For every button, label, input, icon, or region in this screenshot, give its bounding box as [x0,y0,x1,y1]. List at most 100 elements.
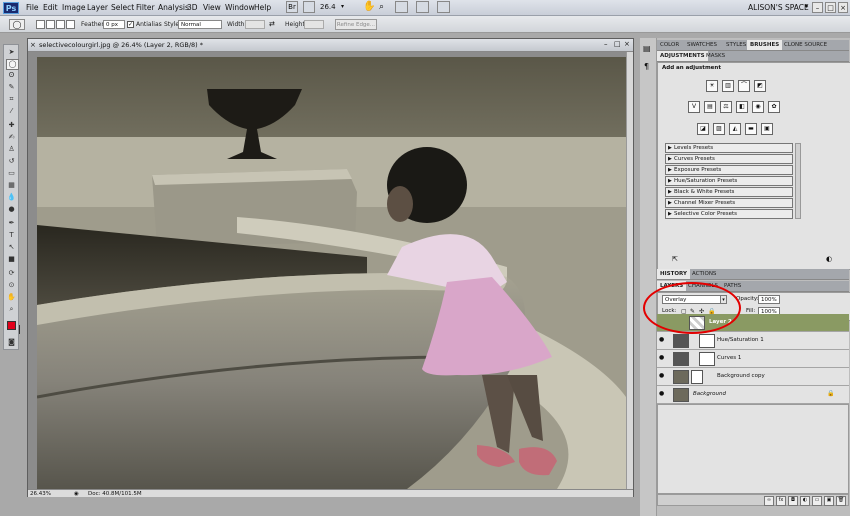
presets-scrollbar[interactable] [795,143,801,219]
menu-layer[interactable]: Layer [87,3,108,12]
brush-tool-icon[interactable]: ✍ [6,133,17,142]
lasso-tool-icon[interactable]: ʘ [6,71,17,80]
menu-file[interactable]: File [26,3,39,12]
link-layers-icon[interactable]: ∞ [764,496,774,506]
elliptical-marquee-icon[interactable]: ◯ [9,19,25,30]
pen-tool-icon[interactable]: ✒ [6,219,17,228]
arrange-documents-icon[interactable] [416,1,429,13]
black-white-icon[interactable]: ◧ [736,101,748,113]
menu-edit[interactable]: Edit [43,3,58,12]
visibility-eye-icon[interactable]: ● [659,354,666,362]
status-zoom[interactable]: 26.43% [30,490,51,498]
zoom-level[interactable]: 26.4 [320,3,336,11]
minimize-icon[interactable]: – [604,40,608,48]
invert-icon[interactable]: ◪ [697,123,709,135]
3d-rotate-icon[interactable]: ⟳ [6,269,17,278]
close-icon[interactable]: × [624,40,630,48]
elliptical-marquee-tool-icon[interactable]: ◯ [6,59,19,70]
close-icon[interactable]: × [838,2,848,13]
curves-icon[interactable]: ⌒ [738,80,750,92]
exposure-icon[interactable]: ◩ [754,80,766,92]
move-tool-icon[interactable]: ➤ [6,48,17,57]
add-mask-icon[interactable]: ◘ [788,496,798,506]
zoom-tool-icon[interactable]: ⌕ [379,2,384,12]
layer-name[interactable]: Background [693,390,726,398]
swap-dimensions-icon[interactable]: ⇄ [269,20,275,28]
restore-icon[interactable]: □ [825,2,836,13]
tab-swatches[interactable]: SWATCHES [684,40,720,50]
add-selection-icon[interactable] [46,20,55,29]
tab-masks[interactable]: MASKS [703,51,728,61]
zoom-icon[interactable]: ⌕ [6,305,17,314]
blur-tool-icon[interactable]: 💧 [6,193,17,202]
tab-adjustments[interactable]: ADJUSTMENTS [657,51,708,61]
layer-row-curves[interactable]: ● Curves 1 [657,350,849,368]
restore-icon[interactable]: □ [614,40,621,48]
return-to-list-icon[interactable]: ⇱ [672,255,678,263]
document-tab-close-icon[interactable]: × [30,41,36,49]
eyedropper-icon[interactable]: ⁄ [6,107,17,116]
exposure-presets[interactable]: ▶ Exposure Presets [665,165,793,175]
posterize-icon[interactable]: ▨ [713,123,725,135]
hue-saturation-presets[interactable]: ▶ Hue/Saturation Presets [665,176,793,186]
guides-icon[interactable] [303,1,315,13]
type-tool-icon[interactable]: T [6,231,17,240]
menu-analysis[interactable]: Analysis [158,3,189,12]
hand-icon[interactable]: ✋ [6,293,17,302]
menu-help[interactable]: Help [254,3,271,12]
levels-presets[interactable]: ▶ Levels Presets [665,143,793,153]
selective-color-presets[interactable]: ▶ Selective Color Presets [665,209,793,219]
gradient-icon[interactable]: ▦ [6,181,17,190]
path-selection-icon[interactable]: ↖ [6,243,17,252]
threshold-icon[interactable]: ◭ [729,123,741,135]
tab-actions[interactable]: ACTIONS [689,269,719,279]
screen-mode-icon[interactable] [437,1,450,13]
height-input[interactable] [304,20,324,29]
layer-style-icon[interactable]: fx [776,496,786,506]
new-selection-icon[interactable] [36,20,45,29]
workspace-name[interactable]: ALISON'S SPACE [748,3,809,12]
shape-tool-icon[interactable]: ■ [6,255,17,264]
layer-row-hue-saturation[interactable]: ● Hue/Saturation 1 [657,332,849,350]
width-input[interactable] [245,20,265,29]
visibility-eye-icon[interactable]: ● [659,372,666,380]
menu-view[interactable]: View [203,3,221,12]
eraser-icon[interactable]: ▭ [6,169,17,178]
history-panel-icon[interactable]: ▤ [643,44,651,53]
layer-row-background-copy[interactable]: ● Background copy [657,368,849,386]
tab-clone-source[interactable]: CLONE SOURCE [781,40,830,50]
feather-input[interactable]: 0 px [103,20,125,29]
delete-layer-icon[interactable]: 🗑 [836,496,846,506]
vibrance-icon[interactable]: V [688,101,700,113]
style-select[interactable]: Normal [178,20,222,29]
layer-name[interactable]: Hue/Saturation 1 [717,336,764,344]
new-group-icon[interactable]: ▭ [812,496,822,506]
menu-select[interactable]: Select [111,3,134,12]
layer-row-background[interactable]: ● Background 🔒 [657,386,849,404]
rotate-view-icon[interactable] [395,1,408,13]
selective-color-icon[interactable]: ▣ [761,123,773,135]
levels-icon[interactable]: ▥ [722,80,734,92]
channel-mixer-icon[interactable]: ✿ [768,101,780,113]
antialias-checkbox[interactable]: ✓ [127,21,134,28]
document-title-bar[interactable]: × selectivecolourgirl.jpg @ 26.4% (Layer… [28,39,633,52]
chevron-down-icon[interactable]: ▾ [341,3,344,10]
channel-mixer-presets[interactable]: ▶ Channel Mixer Presets [665,198,793,208]
new-adjustment-icon[interactable]: ◐ [800,496,810,506]
intersect-selection-icon[interactable] [66,20,75,29]
color-balance-icon[interactable]: ⚖ [720,101,732,113]
crop-tool-icon[interactable]: ⌗ [6,95,17,104]
hand-tool-icon[interactable]: ✋ [363,1,375,12]
chevron-down-icon[interactable]: ▾ [805,3,808,10]
paragraph-panel-icon[interactable]: ¶ [644,62,649,71]
tab-history[interactable]: HISTORY [657,269,690,279]
new-layer-icon[interactable]: ▣ [824,496,834,506]
clip-to-layer-icon[interactable]: ◐ [826,255,832,263]
hue-saturation-icon[interactable]: ▤ [704,101,716,113]
clone-stamp-icon[interactable]: ♙ [6,145,17,154]
menu-image[interactable]: Image [62,3,86,12]
bridge-button[interactable]: Br [286,1,298,13]
tab-styles[interactable]: STYLES [723,40,749,50]
visibility-eye-icon[interactable]: ● [659,336,666,344]
minimize-icon[interactable]: – [812,2,823,13]
